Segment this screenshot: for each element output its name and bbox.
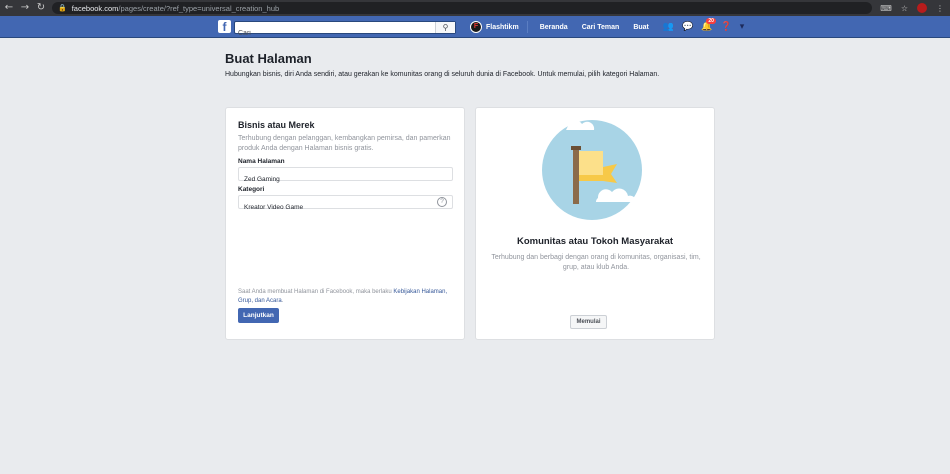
page-name-label: Nama Halaman <box>238 158 285 165</box>
community-card-title: Komunitas atau Tokoh Masyarakat <box>516 236 674 247</box>
notification-badge: 20 <box>706 18 716 24</box>
terms-suffix: . <box>281 298 284 304</box>
notifications-icon[interactable]: 🔔 20 <box>701 18 716 32</box>
search-icon[interactable]: ⚲ <box>435 22 455 33</box>
address-bar[interactable]: 🔒 facebook.com /pages/create/?ref_type=u… <box>52 2 872 14</box>
start-button[interactable]: Memulai <box>570 315 607 329</box>
reload-icon[interactable]: ↻ <box>34 0 48 16</box>
continue-button[interactable]: Lanjutkan <box>238 308 279 323</box>
business-brand-card: Bisnis atau Merek Terhubung dengan pelan… <box>225 107 465 340</box>
profile-icon[interactable] <box>917 3 927 13</box>
category-input[interactable] <box>239 201 452 214</box>
page-description: Hubungkan bisnis, diri Anda sendiri, ata… <box>225 71 660 78</box>
community-card-description: Terhubung dan berbagi dengan orang di ko… <box>491 254 701 271</box>
translate-icon[interactable]: ⌨ <box>880 4 892 13</box>
category-field[interactable]: ? <box>238 195 453 214</box>
lock-icon: 🔒 <box>58 4 67 12</box>
url-path: /pages/create/?ref_type=universal_creati… <box>118 3 280 13</box>
community-flag-illustration <box>542 120 642 220</box>
page-name-input[interactable] <box>239 173 452 186</box>
profile-link[interactable]: Flashtikm <box>486 24 519 31</box>
create-link[interactable]: Buat <box>633 24 649 31</box>
browser-toolbar: ← → ↻ 🔒 facebook.com /pages/create/?ref_… <box>0 0 950 16</box>
nav-divider <box>526 21 528 33</box>
forward-icon[interactable]: → <box>18 0 32 16</box>
messenger-icon[interactable]: 💬 <box>682 22 693 32</box>
search-input[interactable] <box>235 28 435 39</box>
facebook-logo-icon[interactable]: f <box>218 20 231 34</box>
page-name-field[interactable] <box>238 167 453 186</box>
business-card-title: Bisnis atau Merek <box>238 120 315 130</box>
question-icon[interactable]: ? <box>437 197 447 207</box>
terms-text: Saat Anda membuat Halaman di Facebook, m… <box>238 288 452 306</box>
account-menu-icon[interactable]: ▾ <box>740 22 745 32</box>
back-icon[interactable]: ← <box>2 0 16 16</box>
category-label: Kategori <box>238 186 265 193</box>
home-link[interactable]: Beranda <box>540 24 568 31</box>
facebook-header: f ⚲ F Flashtikm Beranda Cari Teman Buat … <box>0 16 950 39</box>
help-icon[interactable]: ❓ <box>721 22 732 32</box>
avatar[interactable]: F <box>470 21 482 33</box>
business-card-description: Terhubung dengan pelanggan, kembangkan p… <box>238 135 451 152</box>
terms-prefix: Saat Anda membuat Halaman di Facebook, m… <box>238 289 394 295</box>
page-title: Buat Halaman <box>225 51 312 66</box>
find-friends-link[interactable]: Cari Teman <box>582 24 620 31</box>
community-card: Komunitas atau Tokoh Masyarakat Terhubun… <box>475 107 715 340</box>
menu-icon[interactable]: ⋮ <box>936 4 944 13</box>
friend-requests-icon[interactable]: 👥 <box>663 22 674 32</box>
star-icon[interactable]: ☆ <box>901 4 908 13</box>
search-box[interactable]: ⚲ <box>234 21 456 39</box>
url-host: facebook.com <box>71 3 119 13</box>
